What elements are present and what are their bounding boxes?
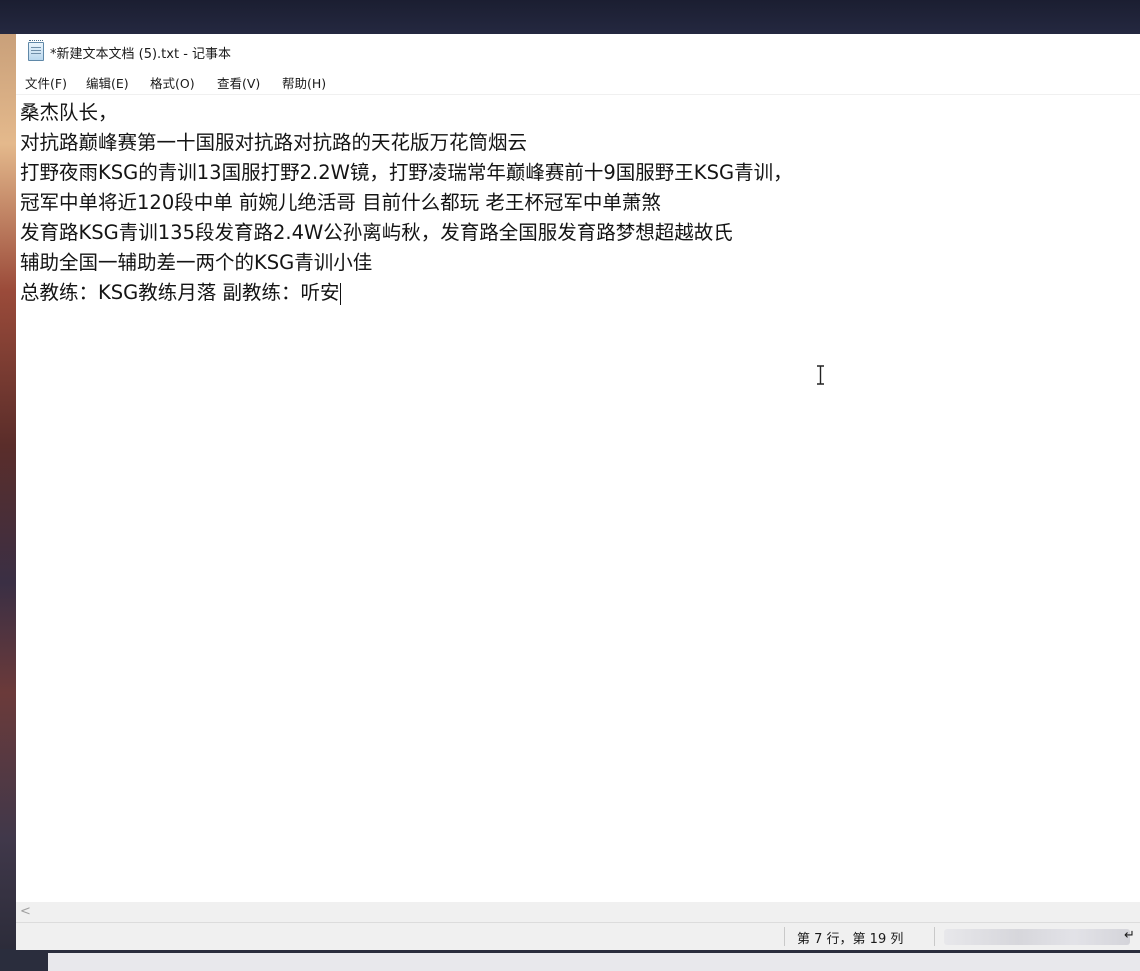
- notepad-icon: [28, 40, 44, 61]
- status-blurred-area: [944, 929, 1130, 945]
- notepad-window: *新建文本文档 (5).txt - 记事本 文件(F) 编辑(E) 格式(O) …: [16, 34, 1140, 950]
- status-tail-glyph: ↵: [1124, 928, 1135, 943]
- window-title: *新建文本文档 (5).txt - 记事本: [50, 47, 232, 62]
- editor-line-6: 辅助全国一辅助差一两个的KSG青训小佳: [20, 251, 373, 274]
- scroll-left-arrow-icon[interactable]: <: [20, 904, 31, 919]
- text-caret: [340, 282, 342, 305]
- taskbar: [0, 949, 1140, 971]
- menu-file[interactable]: 文件(F): [25, 73, 67, 92]
- taskbar-surface: [48, 953, 1140, 971]
- cursor-position: 第 7 行，第 19 列: [797, 932, 904, 947]
- editor-line-5: 发育路KSG青训135段发育路2.4W公孙离屿秋，发育路全国服发育路梦想超越故氏: [20, 221, 733, 244]
- menu-bar: 文件(F) 编辑(E) 格式(O) 查看(V) 帮助(H): [16, 70, 1140, 92]
- status-bar: 第 7 行，第 19 列 ↵: [16, 922, 1140, 950]
- desktop-wallpaper-edge: [0, 34, 16, 949]
- menu-edit[interactable]: 编辑(E): [86, 73, 129, 92]
- title-bar[interactable]: *新建文本文档 (5).txt - 记事本: [16, 34, 1140, 66]
- menu-view[interactable]: 查看(V): [217, 73, 260, 92]
- editor-line-1: 桑杰队长，: [20, 101, 118, 124]
- editor-line-3: 打野夜雨KSG的青训13国服打野2.2W镜，打野凌瑞常年巅峰赛前十9国服野王KS…: [20, 161, 793, 184]
- menu-help[interactable]: 帮助(H): [282, 73, 326, 92]
- editor-line-7-wrap: 总教练：KSG教练月落 副教练：听安: [20, 278, 342, 308]
- menu-format[interactable]: 格式(O): [150, 73, 195, 92]
- desktop-top-strip: [0, 0, 1140, 34]
- status-divider: [784, 927, 785, 946]
- text-ibeam-cursor-icon: [817, 365, 824, 385]
- text-editor[interactable]: 桑杰队长， 对抗路巅峰赛第一十国服对抗路对抗路的天花版万花筒烟云 打野夜雨KSG…: [16, 94, 1140, 903]
- editor-line-4: 冠军中单将近120段中单 前婉儿绝活哥 目前什么都玩 老王杯冠军中单萧煞: [20, 191, 661, 214]
- horizontal-scrollbar[interactable]: <: [16, 902, 1140, 922]
- editor-line-2: 对抗路巅峰赛第一十国服对抗路对抗路的天花版万花筒烟云: [20, 131, 528, 154]
- editor-line-7: 总教练：KSG教练月落 副教练：听安: [20, 281, 340, 304]
- status-divider: [934, 927, 935, 946]
